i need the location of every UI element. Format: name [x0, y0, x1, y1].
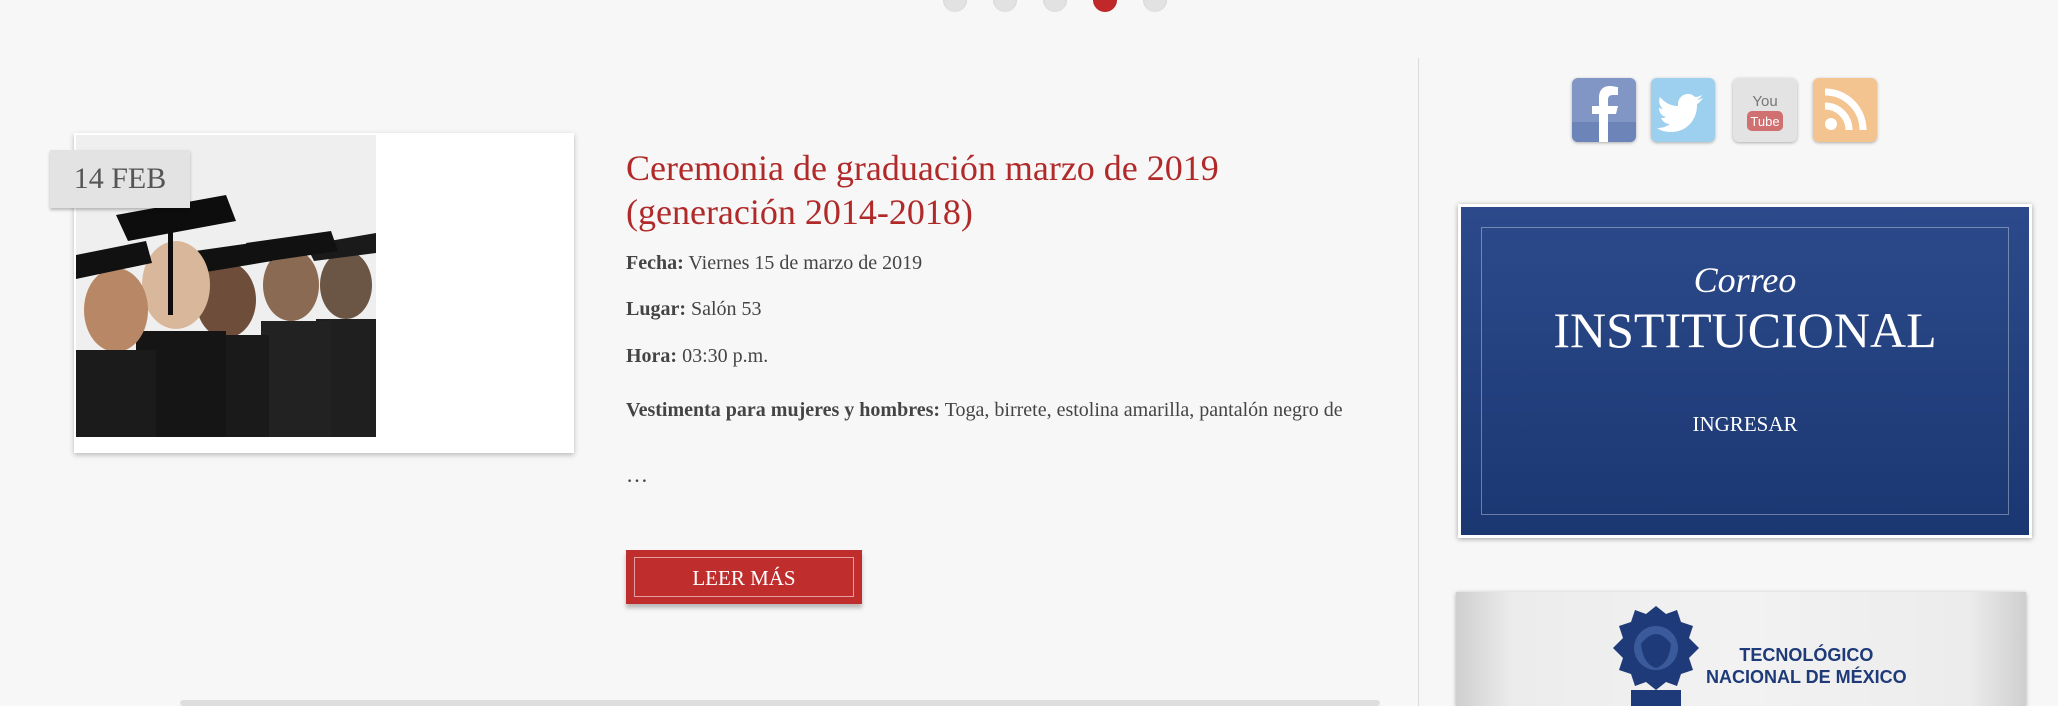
hora-value: 03:30 p.m.: [682, 345, 769, 367]
rss-icon[interactable]: [1813, 78, 1877, 142]
slider-dot-2[interactable]: [993, 0, 1017, 12]
read-more-button[interactable]: LEER MÁS: [626, 550, 862, 604]
slider-dot-3[interactable]: [1043, 0, 1067, 12]
hora-label: Hora:: [626, 345, 678, 367]
slider-dot-4-active[interactable]: [1093, 0, 1117, 12]
mail-login-button[interactable]: INGRESAR: [1461, 412, 2029, 437]
read-more-label: LEER MÁS: [634, 557, 854, 597]
youtube-icon[interactable]: You Tube: [1733, 78, 1797, 142]
institutional-mail-card[interactable]: Correo INSTITUCIONAL INGRESAR: [1458, 204, 2032, 538]
tecnm-banner[interactable]: TECNOLÓGICO NACIONAL DE MÉXICO: [1456, 592, 2026, 706]
vestimenta-label: Vestimenta para mujeres y hombres:: [626, 399, 941, 421]
svg-text:You: You: [1752, 93, 1777, 110]
sidebar-divider: [1418, 58, 1419, 706]
article-ellipsis: …: [626, 462, 648, 487]
lugar-value: Salón 53: [691, 298, 762, 320]
article-vestimenta: Vestimenta para mujeres y hombres: Toga,…: [626, 392, 1356, 428]
article-title[interactable]: Ceremonia de graduación marzo de 2019 (g…: [626, 146, 1386, 234]
mail-title-institucional: INSTITUCIONAL: [1553, 302, 1937, 358]
slider-pagination: [943, 0, 1167, 12]
slider-dot-5[interactable]: [1143, 0, 1167, 12]
lugar-label: Lugar:: [626, 298, 686, 320]
vestimenta-value: Toga, birrete, estolina amarilla, pantal…: [944, 399, 1343, 421]
slider-dot-1[interactable]: [943, 0, 967, 12]
article-lugar: Lugar: Salón 53: [626, 298, 762, 321]
content-divider: [180, 700, 1380, 706]
article-hora: Hora: 03:30 p.m.: [626, 345, 768, 368]
tecnm-label: TECNOLÓGICO NACIONAL DE MÉXICO: [1706, 644, 1907, 688]
article-fecha: Fecha: Viernes 15 de marzo de 2019: [626, 252, 922, 275]
svg-text:Tube: Tube: [1750, 114, 1779, 129]
tecnm-line-2: NACIONAL DE MÉXICO: [1706, 667, 1907, 687]
mail-title-correo: Correo: [1693, 260, 1797, 300]
facebook-icon[interactable]: [1572, 78, 1636, 142]
tecnm-line-1: TECNOLÓGICO: [1739, 645, 1874, 665]
twitter-icon[interactable]: [1651, 78, 1715, 142]
tecnm-logo-icon: [1613, 606, 1699, 706]
date-badge: 14 FEB: [50, 150, 190, 208]
fecha-label: Fecha:: [626, 252, 684, 274]
fecha-value: Viernes 15 de marzo de 2019: [688, 252, 923, 274]
